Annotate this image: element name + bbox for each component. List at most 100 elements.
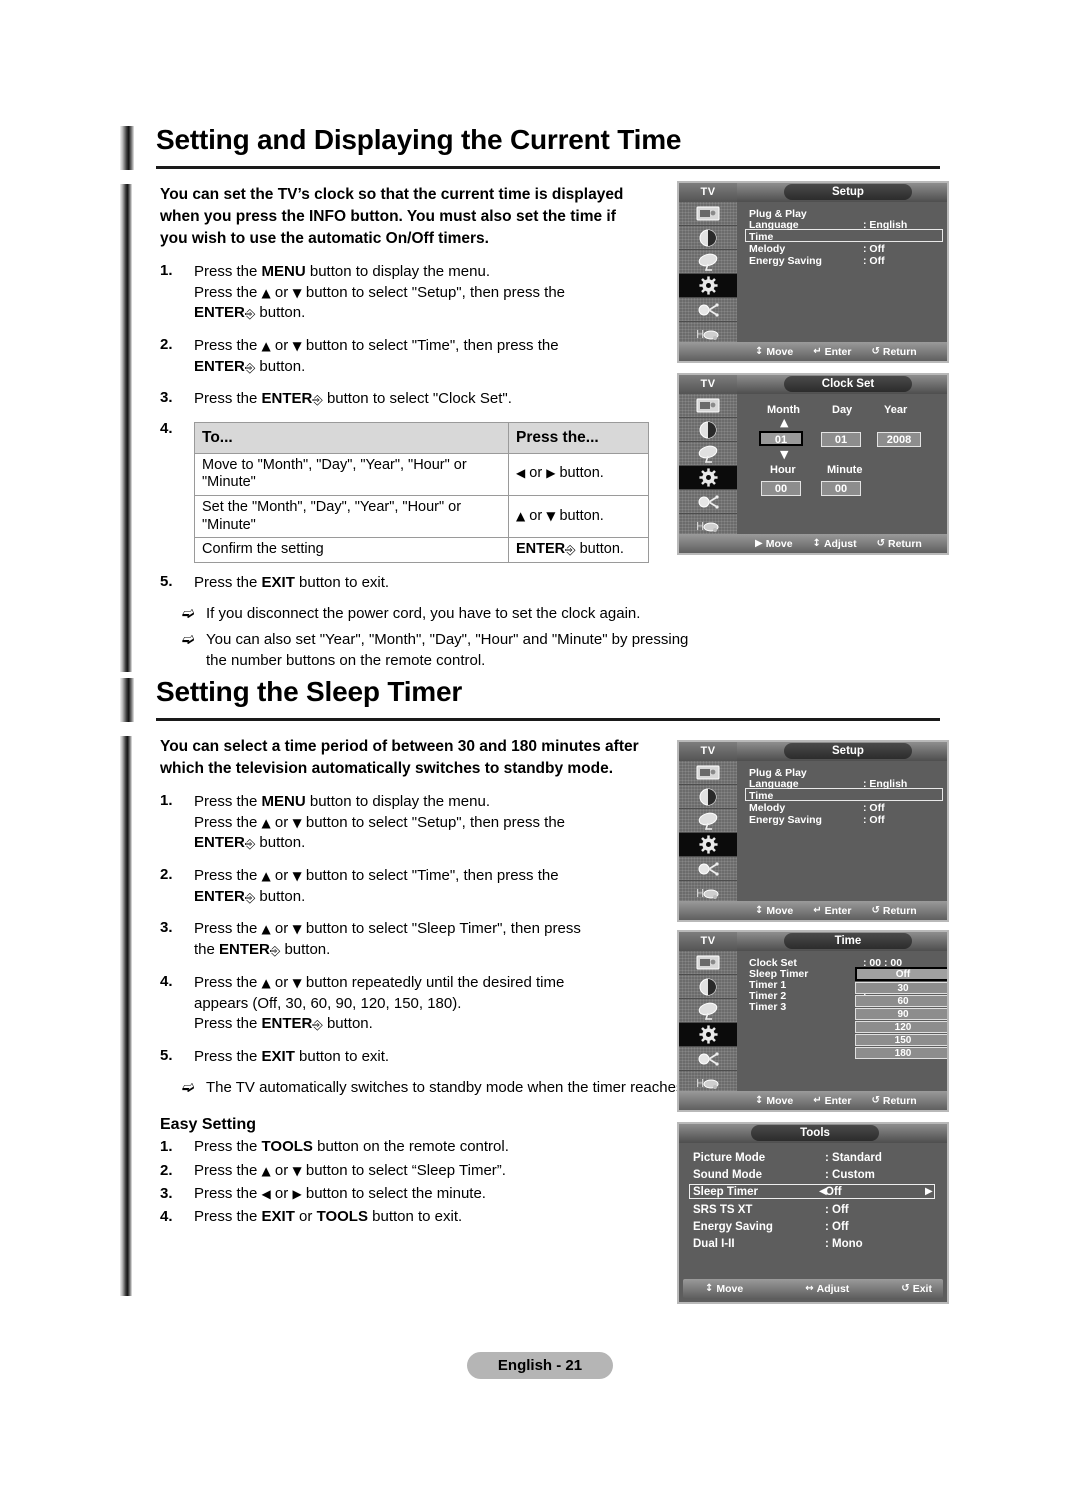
enter-icon: ↵ xyxy=(813,1095,822,1106)
svg-text:H: H xyxy=(696,520,704,533)
sound-icon[interactable] xyxy=(679,418,737,442)
osd-menu-title: Time xyxy=(784,933,912,949)
sound-icon[interactable] xyxy=(679,785,737,809)
step-item: 1. Press the MENU button to display the … xyxy=(160,792,650,854)
page-title-clock: Setting and Displaying the Current Time xyxy=(156,124,682,155)
intro-accent-bar xyxy=(120,184,132,672)
clockset-header-day: Day xyxy=(832,404,853,416)
sleep-timer-dropdown[interactable]: Off 30 60 90 120 150 180 xyxy=(855,967,947,1060)
hint-move: ↕ Move xyxy=(755,346,793,358)
note-text: You can also set "Year", "Month", "Day",… xyxy=(206,631,689,669)
input-plug-icon[interactable] xyxy=(679,298,737,322)
hint-enter: ↵ Enter xyxy=(813,1095,851,1107)
dropdown-option-180[interactable]: 180 xyxy=(855,1047,947,1059)
step-text: Press the ENTER⎆ button to select "Clock… xyxy=(194,390,512,409)
hint-label: Return xyxy=(882,1094,917,1107)
input-plug-icon[interactable] xyxy=(679,1047,737,1071)
section-heading-sleep: Setting the Sleep Timer xyxy=(120,676,950,724)
sound-icon[interactable] xyxy=(679,975,737,999)
step-number: 3. xyxy=(160,919,173,937)
step-number: 2. xyxy=(160,866,173,884)
osd-menu-title: Clock Set xyxy=(784,376,912,392)
hint-return: ↺ Return xyxy=(871,905,916,917)
osd-icon-sidebar: H xyxy=(679,761,737,905)
osd-item-label: Melody xyxy=(749,243,786,255)
clockset-field-hour[interactable]: 00 xyxy=(761,481,801,496)
heading-rule xyxy=(156,718,940,721)
sound-icon[interactable] xyxy=(679,226,737,250)
svg-text:H: H xyxy=(696,1077,704,1090)
osd-tools-menu: Tools Picture Mode : Standard Sound Mode… xyxy=(677,1122,949,1304)
clockset-field-minute[interactable]: 00 xyxy=(821,481,861,496)
steps-list-clock: 1. Press the MENU button to display the … xyxy=(160,262,650,594)
channel-dish-icon[interactable] xyxy=(679,809,737,833)
tools-item-label: Sound Mode xyxy=(693,1169,762,1181)
intro-text-sleep: You can select a time period of between … xyxy=(160,738,639,777)
table-cell-to: Confirm the setting xyxy=(194,537,509,563)
setup-gear-icon[interactable] xyxy=(679,274,737,298)
dropdown-option-30[interactable]: 30 xyxy=(855,982,947,994)
picture-icon[interactable] xyxy=(679,951,737,975)
channel-dish-icon[interactable] xyxy=(679,999,737,1023)
osd-item-value: : Off xyxy=(863,255,885,267)
picture-icon[interactable] xyxy=(679,761,737,785)
table-row: Move to "Month", "Day", "Year", "Hour" o… xyxy=(194,452,649,496)
leftright-arrow-icon: ↔ xyxy=(805,1283,814,1294)
intro-accent-bar xyxy=(120,736,132,1296)
intro-text-clock: You can set the TV’s clock so that the c… xyxy=(160,186,624,247)
clockset-header-month: Month xyxy=(767,404,800,416)
table-cell-press: ENTER⎆ button. xyxy=(508,537,649,563)
updown-arrow-icon: ↕ xyxy=(755,905,764,916)
tools-item-value: : Mono xyxy=(825,1238,863,1250)
clockset-field-year[interactable]: 2008 xyxy=(877,432,921,447)
osd-time-menu: TV Time H Clock Set: 00: 00 Sleep Time… xyxy=(677,930,949,1112)
step-number: 4. xyxy=(160,972,173,990)
heading-accent-bar xyxy=(120,126,134,170)
clockset-field-month[interactable]: 01 xyxy=(759,431,803,446)
step-item: 2. Press the ▲ or ▼ button to select "Ti… xyxy=(160,866,650,907)
dropdown-option-90[interactable]: 90 xyxy=(855,1008,947,1020)
dropdown-option-120[interactable]: 120 xyxy=(855,1021,947,1033)
osd-item-value: : English xyxy=(863,219,908,231)
note-bullet-icon: ➫ xyxy=(182,1077,195,1096)
setup-gear-icon[interactable] xyxy=(679,466,737,490)
tools-item-value: : Off xyxy=(825,1204,849,1216)
picture-icon[interactable] xyxy=(679,394,737,418)
dropdown-option-off[interactable]: Off xyxy=(855,967,947,981)
osd-icon-sidebar: H xyxy=(679,202,737,346)
clockset-header-year: Year xyxy=(884,404,908,416)
clockset-field-day[interactable]: 01 xyxy=(821,432,861,447)
tools-item-label: Picture Mode xyxy=(693,1152,766,1164)
step-text: Press the ▲ or ▼ button repeatedly until… xyxy=(194,973,565,1034)
input-plug-icon[interactable] xyxy=(679,857,737,881)
dropdown-option-150[interactable]: 150 xyxy=(855,1034,947,1046)
setup-gear-icon[interactable] xyxy=(679,833,737,857)
osd-menu-title: Setup xyxy=(784,743,912,759)
channel-dish-icon[interactable] xyxy=(679,442,737,466)
osd-hintbar: ↕ Move ↔ Adjust ↺ Exit xyxy=(683,1279,943,1298)
picture-icon[interactable] xyxy=(679,202,737,226)
hint-label: Exit xyxy=(912,1282,932,1295)
osd-item-value: : Off xyxy=(863,243,885,255)
hint-return: ↺ Return xyxy=(877,538,922,550)
right-arrow-icon[interactable]: ▶ xyxy=(925,1186,933,1197)
updown-arrow-icon: ↕ xyxy=(812,538,821,549)
channel-dish-icon[interactable] xyxy=(679,250,737,274)
dropdown-option-60[interactable]: 60 xyxy=(855,995,947,1007)
tools-item-label: SRS TS XT xyxy=(693,1204,753,1216)
tools-item-value: : Standard xyxy=(825,1152,882,1164)
tools-item-label: Sleep Timer xyxy=(693,1186,758,1198)
hint-label: Return xyxy=(882,345,917,358)
return-icon: ↺ xyxy=(871,1095,880,1106)
note-text: The TV automatically switches to standby… xyxy=(206,1078,701,1096)
osd-content: Plug & Play ▷ Language : English ▷ Time … xyxy=(737,202,947,342)
osd-item-label: Language xyxy=(749,778,799,790)
svg-text:H: H xyxy=(696,887,704,900)
tools-item-label: Energy Saving xyxy=(693,1221,773,1233)
easy-step-text: Press the TOOLS button on the remote con… xyxy=(194,1138,509,1156)
updown-arrow-icon: ↕ xyxy=(705,1283,714,1294)
step-number: 3. xyxy=(160,1184,173,1202)
input-plug-icon[interactable] xyxy=(679,490,737,514)
setup-gear-icon[interactable] xyxy=(679,1023,737,1047)
page-footer-badge: English - 21 xyxy=(467,1352,613,1379)
